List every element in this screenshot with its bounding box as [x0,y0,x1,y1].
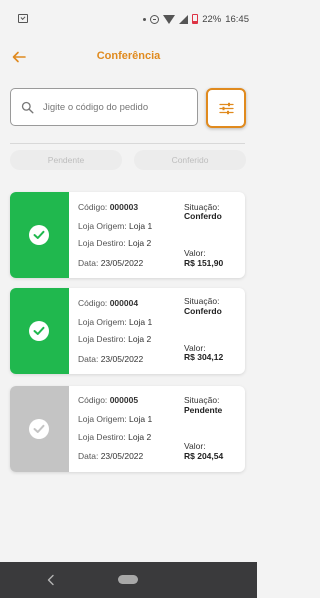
status-value: Conferdo [184,211,222,221]
dot-icon [143,17,147,21]
tab-conferido[interactable]: Conferido [134,150,246,170]
signal-icon [179,14,189,24]
order-card[interactable]: Código: 000005 Loja Origem: Loja 1 Loja … [10,386,245,472]
clock: 16:45 [225,13,249,25]
origin-store-row: Loja Origem: Loja 1 [78,414,153,424]
status-icons: 22% 16:45 [143,12,249,26]
notification-icon [18,14,28,23]
battery-percent: 22% [202,13,222,25]
battery-icon [192,14,199,24]
destination-store-row: Loja Destiro: Loja 2 [78,334,152,344]
status-indicator [10,288,69,374]
order-value: R$ 204,54 [184,451,224,461]
order-card[interactable]: Código: 000003 Loja Origem: Loja 1 Loja … [10,192,245,278]
chevron-left-icon[interactable] [46,574,56,586]
sliders-icon [219,102,234,115]
date-row: Data: 23/05/2022 [78,258,144,268]
order-value: R$ 151,90 [184,258,224,268]
status-indicator [10,192,69,278]
origin-store-row: Loja Origem: Loja 1 [78,221,153,231]
destination-store-row: Loja Destiro: Loja 2 [78,238,152,248]
order-value: R$ 304,12 [184,352,224,362]
status-value: Conferdo [184,306,222,316]
date-row: Data: 23/05/2022 [78,354,144,364]
app-bar: Conferência [0,38,257,76]
order-card[interactable]: Código: 000004 Loja Origem: Loja 1 Loja … [10,288,245,374]
status-value: Pendente [184,405,223,415]
order-code-row: Código: 000005 [78,395,139,405]
search-input[interactable] [43,97,193,117]
date-row: Data: 23/05/2022 [78,451,144,461]
filter-button[interactable] [206,88,246,128]
page-title: Conferência [96,50,161,62]
wifi-icon [163,14,176,24]
divider [10,143,245,144]
search-box[interactable] [10,88,198,126]
check-circle-icon [29,225,49,245]
search-icon [21,101,34,114]
home-pill-button[interactable] [118,575,138,584]
destination-store-row: Loja Destiro: Loja 2 [78,432,152,442]
check-circle-icon [29,321,49,341]
system-nav-bar [0,562,257,598]
order-code-row: Código: 000004 [78,298,139,308]
tab-pendente[interactable]: Pendente [10,150,122,170]
origin-store-row: Loja Origem: Loja 1 [78,317,153,327]
value-label: Valor: [184,248,206,258]
status-label: Situação: [184,296,220,306]
value-label: Valor: [184,441,206,451]
check-circle-icon [29,419,49,439]
status-indicator [10,386,69,472]
order-code-row: Código: 000003 [78,202,139,212]
status-bar: 22% 16:45 [0,0,257,38]
status-label: Situação: [184,395,220,405]
do-not-disturb-icon [150,14,160,24]
